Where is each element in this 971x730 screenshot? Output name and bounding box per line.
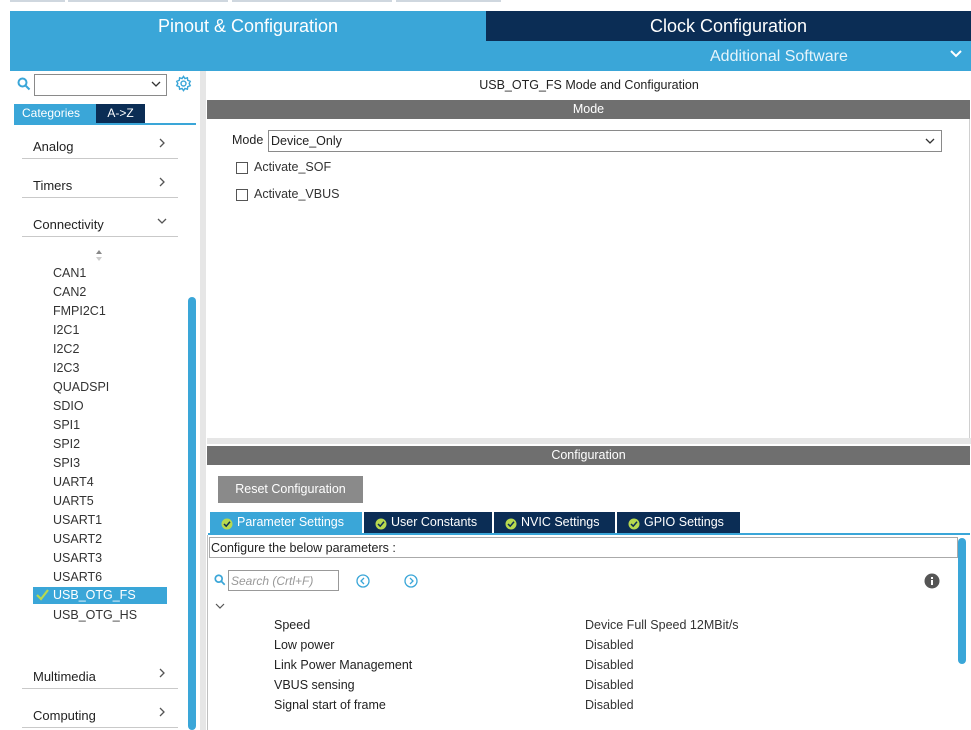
gear-icon[interactable]	[175, 75, 192, 95]
tab-gpio-settings[interactable]: GPIO Settings	[617, 512, 740, 533]
tab-label: NVIC Settings	[521, 515, 600, 529]
parameter-value[interactable]: Disabled	[585, 678, 634, 692]
peripheral-item[interactable]: SPI1	[53, 418, 80, 432]
tab-parameter-settings[interactable]: Parameter Settings	[210, 512, 362, 533]
peripheral-item[interactable]: CAN1	[53, 266, 86, 280]
peripheral-item[interactable]: SPI2	[53, 437, 80, 451]
parameter-name: Speed	[274, 618, 311, 632]
search-icon[interactable]	[214, 574, 226, 589]
mode-section-header: Mode	[207, 100, 970, 119]
sidebar-scrollbar[interactable]	[188, 297, 196, 730]
mode-label: Mode	[232, 133, 264, 147]
parameter-value[interactable]: Disabled	[585, 658, 634, 672]
category-label: Connectivity	[33, 217, 104, 232]
peripheral-item-selected[interactable]: USB_OTG_FS	[33, 587, 167, 604]
parameter-name: Signal start of frame	[274, 698, 386, 712]
next-match-icon[interactable]	[404, 574, 418, 591]
parameter-name: Low power	[274, 638, 335, 652]
tab-a-to-z[interactable]: A->Z	[96, 104, 145, 123]
tab-label: User Constants	[391, 515, 478, 529]
tab-label: Parameter Settings	[237, 515, 344, 529]
window-top-strip	[0, 0, 971, 11]
search-icon[interactable]	[17, 77, 31, 94]
strip-segment	[68, 0, 228, 2]
peripheral-item[interactable]: USART2	[53, 532, 102, 546]
configuration-section-header: Configuration	[207, 446, 970, 465]
chevron-right-icon	[156, 176, 168, 191]
activate-sof-checkbox[interactable]	[236, 162, 248, 174]
parameter-name: VBUS sensing	[274, 678, 355, 692]
chevron-down-icon[interactable]	[924, 135, 936, 150]
category-label: Computing	[33, 708, 96, 723]
parameters-scrollbar[interactable]	[958, 538, 966, 664]
category-computing[interactable]: Computing	[22, 700, 178, 728]
activate-vbus-checkbox[interactable]	[236, 189, 248, 201]
peripheral-item[interactable]: I2C3	[53, 361, 79, 375]
peripheral-item[interactable]: USART3	[53, 551, 102, 565]
parameter-value[interactable]: Disabled	[585, 638, 634, 652]
parameter-name: Link Power Management	[274, 658, 413, 672]
previous-match-icon[interactable]	[356, 574, 370, 591]
strip-segment	[396, 0, 501, 2]
category-multimedia[interactable]: Multimedia	[22, 661, 178, 689]
section-splitter[interactable]	[207, 438, 971, 444]
peripheral-item[interactable]: UART4	[53, 475, 94, 489]
category-connectivity[interactable]: Connectivity	[22, 209, 178, 237]
parameter-search-input[interactable]: Search (Crtl+F)	[228, 570, 339, 591]
chevron-down-icon[interactable]	[949, 47, 963, 64]
parameter-value[interactable]: Disabled	[585, 698, 634, 712]
peripheral-item[interactable]: QUADSPI	[53, 380, 109, 394]
peripheral-item[interactable]: USART6	[53, 570, 102, 584]
search-combo-input[interactable]	[34, 74, 167, 96]
peripheral-item[interactable]: FMPI2C1	[53, 304, 106, 318]
chevron-down-icon	[156, 215, 168, 230]
check-icon	[36, 589, 49, 606]
mode-select[interactable]: Device_Only	[268, 130, 942, 152]
mode-select-value: Device_Only	[271, 134, 342, 148]
category-timers[interactable]: Timers	[22, 170, 178, 198]
category-label: Timers	[33, 178, 73, 193]
tab-nvic-settings[interactable]: NVIC Settings	[494, 512, 615, 533]
peripheral-item[interactable]: USART1	[53, 513, 102, 527]
activate-vbus-label[interactable]: Activate_VBUS	[254, 187, 339, 201]
chevron-down-icon[interactable]	[150, 78, 162, 93]
tab-label: GPIO Settings	[644, 515, 724, 529]
activate-sof-label[interactable]: Activate_SOF	[254, 160, 331, 174]
scroll-up-down-icon[interactable]	[94, 248, 104, 265]
strip-segment	[232, 0, 392, 2]
chevron-down-icon[interactable]	[214, 600, 226, 615]
peripheral-label: USB_OTG_FS	[53, 588, 136, 602]
tab-underline	[14, 123, 196, 125]
panel-divider[interactable]	[200, 71, 206, 730]
category-analog[interactable]: Analog	[22, 131, 178, 159]
panel-title: USB_OTG_FS Mode and Configuration	[479, 78, 699, 92]
peripheral-item[interactable]: USB_OTG_HS	[53, 608, 137, 622]
peripheral-item[interactable]: SPI3	[53, 456, 80, 470]
peripheral-item[interactable]: CAN2	[53, 285, 86, 299]
peripheral-item[interactable]: I2C2	[53, 342, 79, 356]
left-panel: Categories A->Z Analog Timers Connectivi…	[10, 71, 200, 730]
category-label: Analog	[33, 139, 74, 154]
peripheral-item[interactable]: I2C1	[53, 323, 79, 337]
info-icon[interactable]	[924, 573, 940, 592]
tab-clock-configuration[interactable]: Clock Configuration	[486, 11, 971, 41]
peripheral-item[interactable]: SDIO	[53, 399, 84, 413]
parameter-value[interactable]: Device Full Speed 12MBit/s	[585, 618, 739, 632]
category-label: Multimedia	[33, 669, 96, 684]
reset-configuration-button[interactable]: Reset Configuration	[218, 476, 363, 503]
configure-parameters-text: Configure the below parameters :	[209, 537, 958, 558]
strip-segment	[10, 0, 65, 2]
additional-software-bar[interactable]: Additional Software	[10, 41, 971, 71]
chevron-right-icon	[156, 667, 168, 682]
additional-software-label[interactable]: Additional Software	[710, 48, 848, 66]
chevron-right-icon	[156, 137, 168, 152]
tab-user-constants[interactable]: User Constants	[364, 512, 492, 533]
tab-categories[interactable]: Categories	[14, 104, 96, 123]
tab-pinout-configuration[interactable]: Pinout & Configuration	[10, 11, 486, 41]
peripheral-item[interactable]: UART5	[53, 494, 94, 508]
chevron-right-icon	[156, 706, 168, 721]
